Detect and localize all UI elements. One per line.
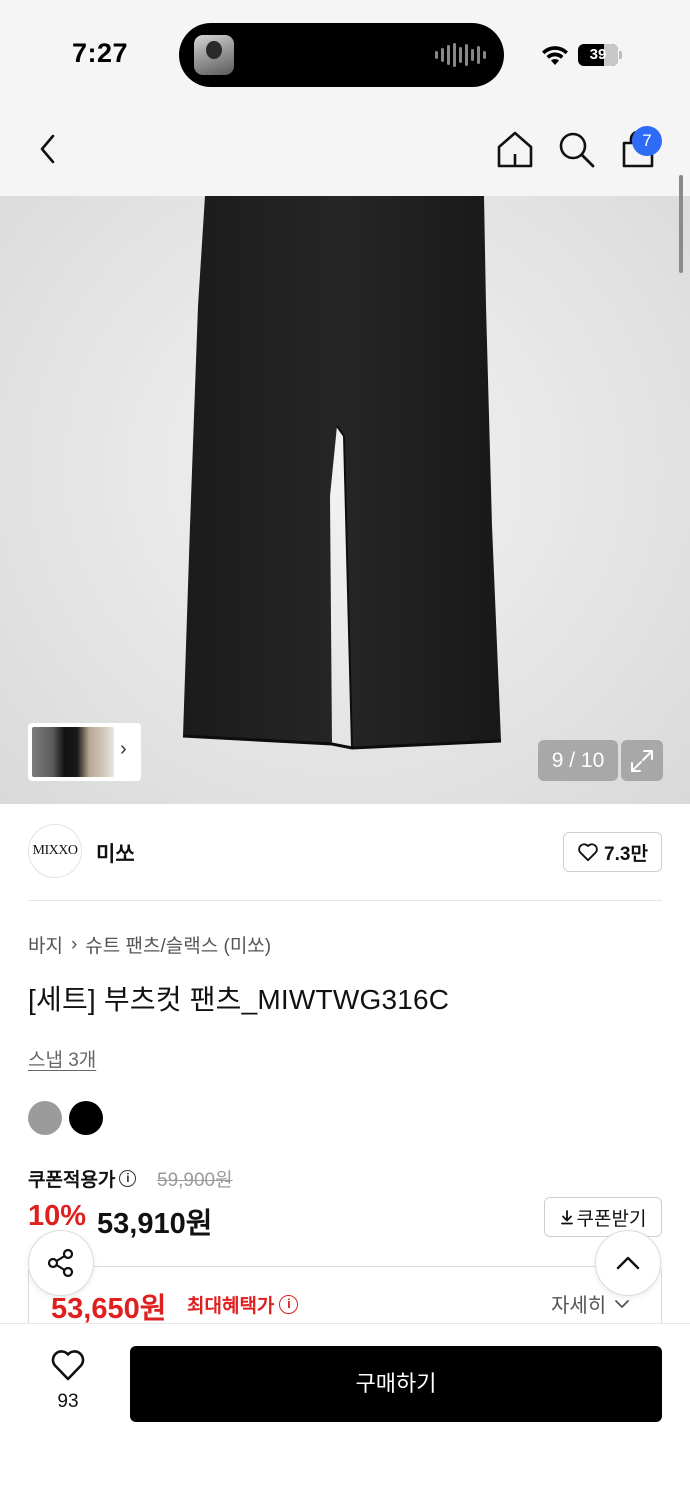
- snap-link[interactable]: 스냅 3개: [28, 1045, 96, 1072]
- image-page-counter: 9 / 10: [538, 740, 618, 781]
- thumbnail-strip-button[interactable]: ›: [28, 723, 141, 781]
- brand-like-count: 7.3만: [604, 843, 648, 865]
- audio-waveform-icon: [435, 43, 486, 67]
- divider: [28, 900, 662, 901]
- download-icon: [560, 1210, 573, 1225]
- thumbnail-image: [32, 727, 114, 777]
- bottom-action-bar: 93 구매하기: [0, 1323, 690, 1500]
- detail-toggle-label: 자세히: [551, 1295, 607, 1317]
- home-button[interactable]: [493, 127, 537, 171]
- sale-price: 53,910원: [97, 1208, 213, 1240]
- chevron-right-icon: ›: [70, 933, 78, 955]
- wifi-icon: [542, 46, 568, 65]
- brand-like-button[interactable]: 7.3만: [563, 832, 662, 872]
- status-bar: 7:27 39: [0, 0, 690, 105]
- share-icon: [47, 1248, 74, 1278]
- original-price: 59,900원: [157, 1170, 233, 1191]
- breadcrumb-item-category[interactable]: 바지: [28, 931, 63, 958]
- discount-percent: 10%: [28, 1200, 87, 1232]
- back-button[interactable]: [26, 127, 70, 171]
- buy-button[interactable]: 구매하기: [130, 1346, 662, 1422]
- wishlist-heart-icon[interactable]: [50, 1348, 86, 1382]
- coupon-price-label: 쿠폰적용가 i: [28, 1165, 137, 1192]
- max-benefit-label-text: 최대혜택가: [187, 1296, 275, 1317]
- expand-icon: [631, 749, 653, 772]
- home-icon: [497, 131, 533, 168]
- heart-icon: [578, 843, 598, 862]
- now-playing-thumbnail: [194, 35, 234, 75]
- coupon-price-label-text: 쿠폰적용가: [28, 1170, 116, 1191]
- product-title: [세트] 부츠컷 팬츠_MIWTWG316C: [28, 984, 450, 1015]
- scrollbar[interactable]: [679, 175, 683, 273]
- breadcrumb-item-subcategory[interactable]: 슈트 팬츠/슬랙스 (미쏘): [85, 931, 271, 958]
- info-icon[interactable]: i: [279, 1295, 299, 1314]
- breadcrumb: 바지 › 슈트 팬츠/슬랙스 (미쏘): [28, 931, 271, 958]
- search-button[interactable]: [554, 127, 598, 171]
- info-icon[interactable]: i: [119, 1170, 137, 1187]
- top-nav-bar: [0, 105, 690, 196]
- search-icon: [559, 132, 595, 168]
- battery-icon: 39: [578, 44, 622, 66]
- chevron-up-icon: [616, 1256, 640, 1270]
- product-image-gallery[interactable]: › 9 / 10: [0, 196, 690, 804]
- battery-level: 39: [589, 46, 607, 63]
- product-photo-pants: [182, 196, 502, 750]
- max-benefit-label: 최대혜택가 i: [187, 1291, 299, 1318]
- chevron-right-icon: ›: [120, 738, 127, 760]
- dynamic-island[interactable]: [179, 23, 504, 87]
- scroll-to-top-button[interactable]: [595, 1230, 661, 1296]
- chevron-down-icon: [615, 1299, 630, 1308]
- status-time: 7:27: [72, 38, 129, 68]
- get-coupon-label: 쿠폰받기: [576, 1208, 647, 1230]
- brand-name[interactable]: 미쏘: [96, 838, 135, 868]
- color-swatch-black[interactable]: [69, 1101, 103, 1135]
- cart-count-badge: 7: [632, 126, 662, 156]
- chevron-left-icon: [40, 134, 55, 164]
- brand-logo[interactable]: MIXXO: [28, 824, 82, 878]
- expand-image-button[interactable]: [621, 740, 663, 781]
- share-button[interactable]: [28, 1230, 94, 1296]
- wishlist-count: 93: [57, 1391, 79, 1412]
- color-swatch-gray[interactable]: [28, 1101, 62, 1135]
- get-coupon-button[interactable]: 쿠폰받기: [544, 1197, 662, 1237]
